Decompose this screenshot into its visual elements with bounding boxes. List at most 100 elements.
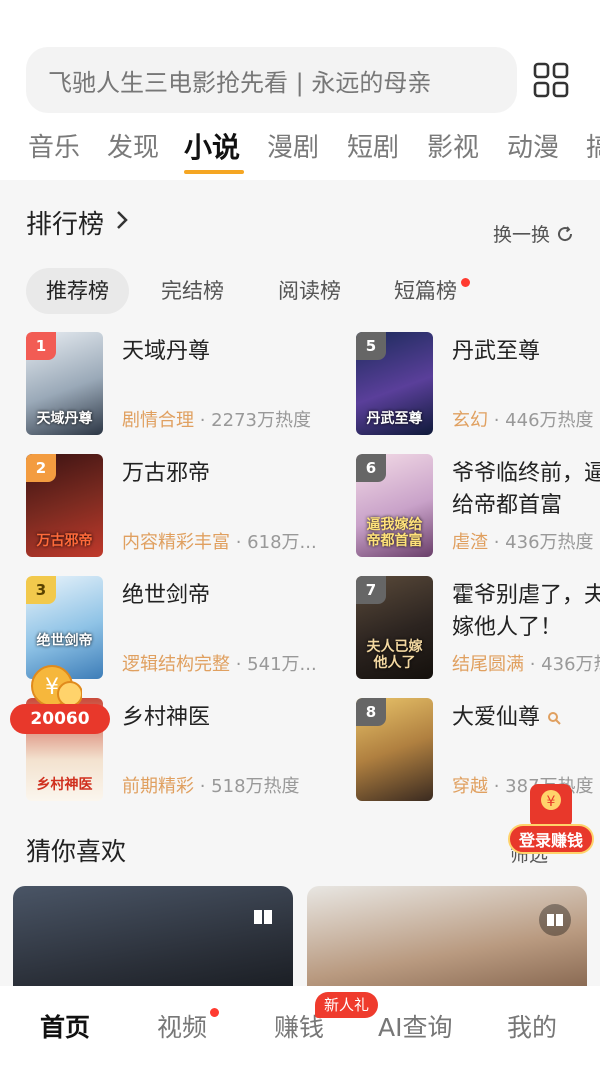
svg-text:¥: ¥ xyxy=(547,794,556,810)
category-tabs: 音乐 发现 小说 漫剧 短剧 影视 动漫 搞 xyxy=(0,128,600,176)
login-earn-widget[interactable]: ¥ 登录赚钱 xyxy=(508,780,596,856)
tab-comic-drama[interactable]: 漫剧 xyxy=(267,128,319,168)
cover-title: 乡村神医 xyxy=(36,777,93,793)
rank-badge: 7 xyxy=(356,576,386,604)
book-name: 爷爷临终前，逼我嫁给帝都首富 xyxy=(452,461,600,518)
new-user-badge: 新人礼 xyxy=(315,992,379,1018)
search-icon xyxy=(548,712,561,725)
book-tag: 穿越 xyxy=(452,776,488,797)
tab-short-drama[interactable]: 短剧 xyxy=(347,128,399,168)
book-name: 绝世剑帝 xyxy=(122,583,211,608)
ranking-title[interactable]: 排行榜 xyxy=(26,204,104,241)
tab-novel[interactable]: 小说 xyxy=(184,128,240,168)
guess-title: 猜你喜欢 xyxy=(26,837,127,866)
rank-badge: 2 xyxy=(26,454,56,482)
book-item[interactable]: 7 夫人已嫁他人了 霍爷别虐了，夫人已嫁他人了！ 结尾圆满 · 436万热度 xyxy=(356,576,600,680)
book-icon xyxy=(254,910,272,924)
switch-label: 换一换 xyxy=(493,224,551,246)
book-heat: · 541万... xyxy=(230,654,317,675)
book-heat: · 618万... xyxy=(230,532,317,553)
bottom-nav: 首页 视频 赚钱 新人礼 AI查询 我的 xyxy=(0,986,600,1066)
rank-badge: 3 xyxy=(26,576,56,604)
book-icon xyxy=(539,904,571,936)
book-meta: 虐渣 · 436万热度 xyxy=(452,528,600,554)
book-meta: 剧情合理 · 2273万热度 xyxy=(122,406,372,432)
book-cover: 8 xyxy=(356,698,433,801)
tab-film[interactable]: 影视 xyxy=(427,128,479,168)
subtab-finished[interactable]: 完结榜 xyxy=(161,268,224,314)
book-tag: 虐渣 xyxy=(452,532,488,553)
book-name-text: 大爱仙尊 xyxy=(452,705,541,730)
book-heat: · 446万热度 xyxy=(488,410,594,431)
grid-menu-icon[interactable] xyxy=(533,62,569,98)
feed-card[interactable] xyxy=(13,886,293,986)
book-item[interactable]: 6 逼我嫁给帝都首富 爷爷临终前，逼我嫁给帝都首富 虐渣 · 436万热度 xyxy=(356,454,600,558)
coin-reward-widget[interactable]: ¥ 20060 xyxy=(10,664,112,738)
book-cover: 2 万古邪帝 xyxy=(26,454,103,557)
refresh-icon xyxy=(558,225,573,241)
chevron-right-icon[interactable] xyxy=(114,209,130,231)
cover-title: 绝世剑帝 xyxy=(36,633,93,649)
red-envelope-icon: ¥ xyxy=(530,784,572,828)
book-name: 丹武至尊 xyxy=(452,339,541,364)
feed-card[interactable] xyxy=(307,886,587,986)
tab-music[interactable]: 音乐 xyxy=(28,128,80,168)
active-tab-underline xyxy=(184,170,244,174)
book-item[interactable]: 5 丹武至尊 丹武至尊 玄幻 · 446万热度 xyxy=(356,332,600,436)
book-tag: 内容精彩丰富 xyxy=(122,532,230,553)
book-name: 乡村神医 xyxy=(122,705,211,730)
nav-mine[interactable]: 我的 xyxy=(507,1008,557,1044)
book-tag: 剧情合理 xyxy=(122,410,194,431)
content-area: 排行榜 换一换 推荐榜 完结榜 阅读榜 短篇榜 1 天域丹尊 天域丹尊 剧情合理… xyxy=(0,180,600,986)
cover-title: 逼我嫁给帝都首富 xyxy=(366,517,423,549)
rank-badge: 1 xyxy=(26,332,56,360)
book-name: 大爱仙尊 xyxy=(452,702,600,734)
book-tag: 逻辑结构完整 xyxy=(122,654,230,675)
book-cover: 6 逼我嫁给帝都首富 xyxy=(356,454,433,557)
subtab-recommend[interactable]: 推荐榜 xyxy=(26,268,129,314)
coin-count: 20060 xyxy=(10,704,110,734)
book-meta: 结尾圆满 · 436万热度 xyxy=(452,650,600,676)
book-tag: 结尾圆满 xyxy=(452,654,524,675)
cover-title: 丹武至尊 xyxy=(366,411,423,427)
nav-video[interactable]: 视频 xyxy=(157,1008,207,1044)
book-heat: · 2273万热度 xyxy=(194,410,311,431)
book-meta: 前期精彩 · 518万热度 xyxy=(122,772,372,798)
video-notify-dot xyxy=(210,1008,219,1017)
subtab-reading[interactable]: 阅读榜 xyxy=(278,268,341,314)
book-item[interactable]: 1 天域丹尊 天域丹尊 剧情合理 · 2273万热度 xyxy=(26,332,326,436)
tab-more[interactable]: 搞 xyxy=(586,128,600,168)
book-heat: · 436万热度 xyxy=(488,532,594,553)
book-meta: 内容精彩丰富 · 618万... xyxy=(122,528,372,554)
book-name: 天域丹尊 xyxy=(122,339,211,364)
svg-text:¥: ¥ xyxy=(45,675,59,700)
book-meta: 逻辑结构完整 · 541万... xyxy=(122,650,372,676)
subtab-short[interactable]: 短篇榜 xyxy=(394,268,457,314)
nav-ai-query[interactable]: AI查询 xyxy=(378,1008,452,1044)
new-dot xyxy=(461,278,470,287)
book-name: 万古邪帝 xyxy=(122,461,211,486)
rank-badge: 5 xyxy=(356,332,386,360)
book-cover: 7 夫人已嫁他人了 xyxy=(356,576,433,679)
search-placeholder: 飞驰人生三电影抢先看 | 永远的母亲 xyxy=(48,68,432,97)
rank-badge: 6 xyxy=(356,454,386,482)
nav-home[interactable]: 首页 xyxy=(40,1008,90,1044)
book-cover: 1 天域丹尊 xyxy=(26,332,103,435)
book-item[interactable]: 2 万古邪帝 万古邪帝 内容精彩丰富 · 618万... xyxy=(26,454,326,558)
tab-discover[interactable]: 发现 xyxy=(107,128,159,168)
tab-anime[interactable]: 动漫 xyxy=(507,128,559,168)
book-heat: · 436万热度 xyxy=(529,654,600,675)
cover-title: 天域丹尊 xyxy=(36,411,93,427)
cover-title: 夫人已嫁他人了 xyxy=(366,639,423,671)
book-cover: 5 丹武至尊 xyxy=(356,332,433,435)
search-bar[interactable]: 飞驰人生三电影抢先看 | 永远的母亲 xyxy=(26,47,517,113)
switch-button[interactable]: 换一换 xyxy=(493,220,574,247)
book-tag: 前期精彩 xyxy=(122,776,194,797)
book-meta: 玄幻 · 446万热度 xyxy=(452,406,600,432)
cover-title: 万古邪帝 xyxy=(36,533,93,549)
rank-badge: 8 xyxy=(356,698,386,726)
login-earn-label: 登录赚钱 xyxy=(508,824,594,854)
book-name: 霍爷别虐了，夫人已嫁他人了！ xyxy=(452,583,600,640)
book-heat: · 518万热度 xyxy=(194,776,300,797)
book-tag: 玄幻 xyxy=(452,410,488,431)
